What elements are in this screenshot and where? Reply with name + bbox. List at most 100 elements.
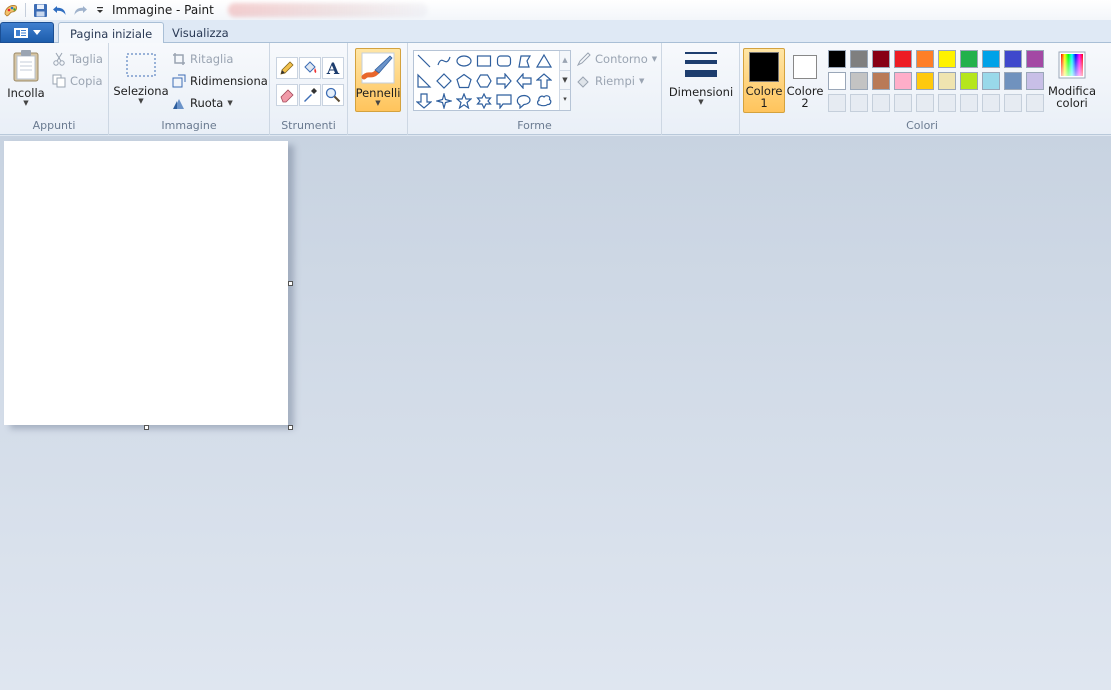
outline-button[interactable]: Contorno ▼ [576, 50, 657, 68]
copy-icon [52, 74, 66, 88]
copy-button[interactable]: Copia [52, 72, 103, 90]
save-icon[interactable] [30, 1, 50, 19]
palette-color-swatch[interactable] [960, 50, 978, 68]
paste-button[interactable]: Incolla ▼ [5, 49, 47, 107]
palette-color-swatch[interactable] [850, 72, 868, 90]
size-button[interactable]: Dimensioni ▼ [667, 50, 735, 106]
fill-button[interactable]: Riempi ▼ [576, 72, 644, 90]
hexagon-shape-icon[interactable] [475, 72, 493, 90]
left-arrow-shape-icon[interactable] [515, 72, 533, 90]
tab-home[interactable]: Pagina iniziale [58, 22, 165, 44]
palette-color-swatch[interactable] [1004, 50, 1022, 68]
shapes-gallery-scrollbar[interactable]: ▲ ▼ ▾ [559, 51, 570, 110]
customize-quick-access-icon[interactable] [90, 1, 110, 19]
shapes-group-label: Forme [517, 119, 552, 132]
select-button[interactable]: Seleziona ▼ [113, 51, 169, 105]
custom-color-slot[interactable] [938, 94, 956, 112]
chevron-down-icon: ▼ [375, 99, 381, 107]
triangle-shape-icon[interactable] [535, 52, 553, 70]
palette-color-swatch[interactable] [1026, 72, 1044, 90]
cloud-callout-shape-icon[interactable] [535, 92, 553, 110]
custom-color-slot[interactable] [916, 94, 934, 112]
palette-color-swatch[interactable] [916, 72, 934, 90]
palette-color-swatch[interactable] [1004, 72, 1022, 90]
rectangle-shape-icon[interactable] [475, 52, 493, 70]
tools-group-label: Strumenti [281, 119, 336, 132]
pencil-icon[interactable] [276, 57, 298, 79]
custom-color-slot[interactable] [960, 94, 978, 112]
diamond-shape-icon[interactable] [435, 72, 453, 90]
rotate-button[interactable]: Ruota ▼ [172, 94, 233, 112]
oval-callout-shape-icon[interactable] [515, 92, 533, 110]
custom-color-slot[interactable] [1004, 94, 1022, 112]
palette-color-swatch[interactable] [894, 50, 912, 68]
palette-color-swatch[interactable] [872, 72, 890, 90]
polygon-shape-icon[interactable] [515, 52, 533, 70]
four-point-star-shape-icon[interactable] [435, 92, 453, 110]
palette-color-swatch[interactable] [938, 72, 956, 90]
down-arrow-shape-icon[interactable] [415, 92, 433, 110]
custom-color-slot[interactable] [894, 94, 912, 112]
palette-color-swatch[interactable] [828, 72, 846, 90]
magnifier-icon[interactable] [322, 84, 344, 106]
clipboard-group-label: Appunti [32, 119, 76, 132]
resize-handle-bottom[interactable] [144, 425, 149, 430]
rounded-rectangle-shape-icon[interactable] [495, 52, 513, 70]
undo-icon[interactable] [50, 1, 70, 19]
text-tool-icon[interactable]: A [322, 57, 344, 79]
paintbrush-icon [361, 52, 395, 84]
crop-button[interactable]: Ritaglia [172, 50, 233, 68]
redo-icon[interactable] [70, 1, 90, 19]
resize-handle-corner[interactable] [288, 425, 293, 430]
color1-button[interactable]: Colore 1 [743, 48, 785, 113]
custom-color-slot[interactable] [850, 94, 868, 112]
color2-button[interactable]: Colore 2 [785, 51, 825, 109]
palette-color-swatch[interactable] [938, 50, 956, 68]
palette-color-swatch[interactable] [1026, 50, 1044, 68]
palette-color-swatch[interactable] [872, 50, 890, 68]
pentagon-shape-icon[interactable] [455, 72, 473, 90]
palette-color-swatch[interactable] [982, 72, 1000, 90]
color1-number: 1 [760, 96, 768, 110]
eraser-icon[interactable] [276, 84, 298, 106]
cut-button[interactable]: Taglia [52, 50, 103, 68]
resize-label: Ridimensiona [190, 74, 268, 88]
gallery-expand-icon[interactable]: ▾ [560, 89, 570, 108]
palette-color-swatch[interactable] [850, 50, 868, 68]
six-point-star-shape-icon[interactable] [475, 92, 493, 110]
palette-color-swatch[interactable] [894, 72, 912, 90]
line-shape-icon[interactable] [415, 52, 433, 70]
right-triangle-shape-icon[interactable] [415, 72, 433, 90]
oval-shape-icon[interactable] [455, 52, 473, 70]
resize-handle-right[interactable] [288, 281, 293, 286]
title-bar: Immagine - Paint [0, 0, 1111, 20]
resize-button[interactable]: Ridimensiona [172, 72, 268, 90]
custom-color-slot[interactable] [982, 94, 1000, 112]
rectangular-callout-shape-icon[interactable] [495, 92, 513, 110]
custom-color-slot[interactable] [828, 94, 846, 112]
custom-color-slot[interactable] [872, 94, 890, 112]
custom-color-slot[interactable] [1026, 94, 1044, 112]
palette-color-swatch[interactable] [982, 50, 1000, 68]
five-point-star-shape-icon[interactable] [455, 92, 473, 110]
tab-view[interactable]: Visualizza [161, 22, 240, 44]
paint-menu-button[interactable] [0, 22, 54, 43]
curve-shape-icon[interactable] [435, 52, 453, 70]
scissors-icon [53, 52, 65, 66]
up-arrow-shape-icon[interactable] [535, 72, 553, 90]
paint-app-icon[interactable] [1, 1, 21, 19]
color-spectrum-icon [1058, 51, 1086, 79]
scroll-up-icon[interactable]: ▲ [560, 51, 570, 70]
brushes-button[interactable]: Pennelli ▼ [355, 48, 401, 112]
color-picker-icon[interactable] [299, 84, 321, 106]
edit-colors-button[interactable]: Modifica colori [1044, 51, 1100, 109]
drawing-canvas[interactable] [4, 141, 288, 425]
selection-rectangle-icon [126, 53, 156, 77]
tools-group: A Strumenti [270, 43, 348, 135]
palette-color-swatch[interactable] [828, 50, 846, 68]
scroll-down-icon[interactable]: ▼ [560, 70, 570, 89]
right-arrow-shape-icon[interactable] [495, 72, 513, 90]
fill-bucket-icon[interactable] [299, 57, 321, 79]
palette-color-swatch[interactable] [916, 50, 934, 68]
palette-color-swatch[interactable] [960, 72, 978, 90]
